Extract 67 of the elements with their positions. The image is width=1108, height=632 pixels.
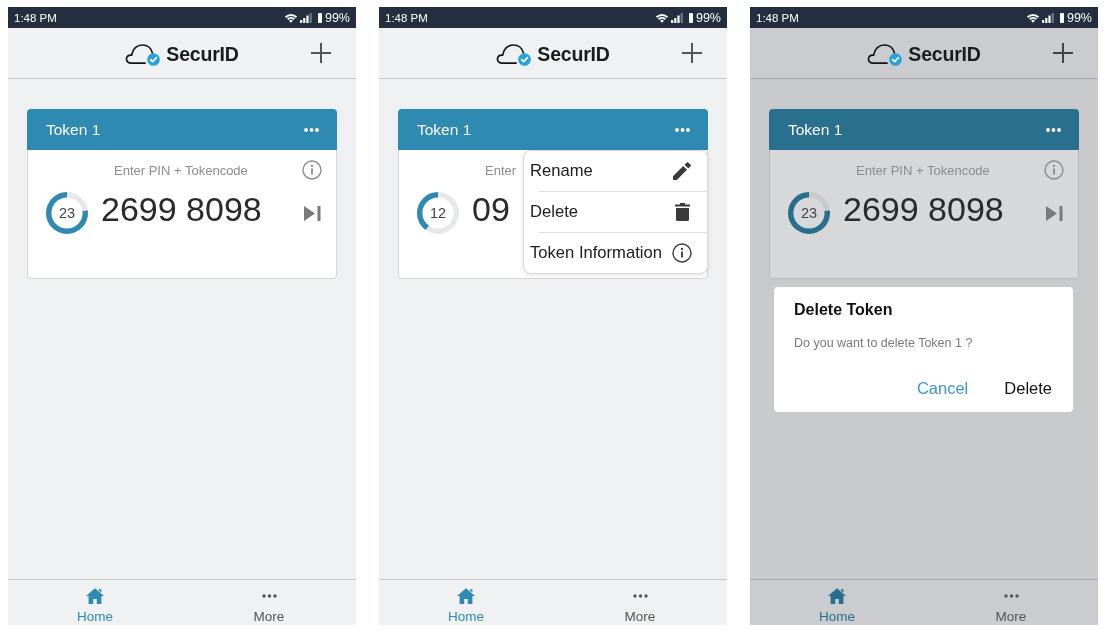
countdown-ring xyxy=(788,192,830,234)
status-time: 1:48 PM xyxy=(385,11,428,24)
info-icon[interactable] xyxy=(1044,160,1064,180)
menu-item[interactable]: Rename xyxy=(524,151,707,191)
plus-icon[interactable] xyxy=(1053,43,1073,63)
token-name: Token 1 xyxy=(417,120,472,139)
info-icon[interactable] xyxy=(302,160,322,180)
wifi-icon xyxy=(654,12,669,23)
more-icon xyxy=(261,594,277,598)
nav-tab[interactable]: More xyxy=(553,580,727,625)
prompt-text: Enter PIN + Tokencode xyxy=(856,162,990,178)
logo-text: SecurID xyxy=(537,42,610,66)
countdown-seconds: 23 xyxy=(58,205,76,221)
tokencode: 2699 8098 xyxy=(843,188,1004,229)
trash-icon xyxy=(674,203,690,221)
home-icon xyxy=(457,588,475,604)
menu-item[interactable]: Token Information xyxy=(524,233,707,273)
nav-tab[interactable]: Home xyxy=(8,580,182,625)
signal-icon xyxy=(1041,12,1054,23)
logo-text: SecurID xyxy=(166,42,239,66)
pencil-icon xyxy=(673,162,691,180)
signal-icon xyxy=(299,12,312,23)
cloud-check-icon xyxy=(496,42,533,66)
more-icon xyxy=(1003,594,1019,598)
plus-icon[interactable] xyxy=(682,43,702,63)
wifi-icon xyxy=(1025,12,1040,23)
more-icon xyxy=(632,594,648,598)
skip-icon[interactable] xyxy=(304,204,321,222)
info-icon xyxy=(672,243,692,263)
cloud-check-icon xyxy=(867,42,904,66)
home-icon xyxy=(86,588,104,604)
dialog-message: Do you want to delete Token 1 ? xyxy=(794,336,974,351)
battery-icon xyxy=(317,12,322,23)
logo-text: SecurID xyxy=(908,42,981,66)
skip-icon[interactable] xyxy=(1046,204,1063,222)
countdown-ring xyxy=(46,192,88,234)
countdown-ring xyxy=(417,192,459,234)
home-icon xyxy=(828,588,846,604)
cloud-check-icon xyxy=(125,42,162,66)
signal-icon xyxy=(670,12,683,23)
token-name: Token 1 xyxy=(46,120,101,139)
tokencode: 2699 8098 xyxy=(101,188,262,229)
countdown-seconds: 12 xyxy=(429,205,447,221)
nav-tab[interactable]: Home xyxy=(379,580,553,625)
status-time: 1:48 PM xyxy=(756,11,799,24)
plus-icon[interactable] xyxy=(311,43,331,63)
countdown-seconds: 23 xyxy=(800,205,818,221)
more-icon[interactable] xyxy=(304,127,319,132)
dialog-title: Delete Token xyxy=(794,300,894,320)
token-name: Token 1 xyxy=(788,120,843,139)
battery-percent: 99% xyxy=(1066,10,1092,25)
menu-item[interactable]: Delete xyxy=(524,192,707,232)
tokencode: 09 xyxy=(472,188,510,229)
status-time: 1:48 PM xyxy=(14,11,57,24)
battery-icon xyxy=(688,12,693,23)
nav-tab[interactable]: More xyxy=(182,580,356,625)
nav-tab[interactable]: More xyxy=(924,580,1098,625)
more-icon[interactable] xyxy=(675,127,690,132)
prompt-text: Enter xyxy=(485,162,517,178)
battery-percent: 99% xyxy=(695,10,721,25)
more-icon[interactable] xyxy=(1046,127,1061,132)
prompt-text: Enter PIN + Tokencode xyxy=(114,162,248,178)
wifi-icon xyxy=(283,12,298,23)
nav-tab[interactable]: Home xyxy=(750,580,924,625)
dialog-button[interactable]: Delete xyxy=(1004,378,1052,398)
battery-percent: 99% xyxy=(324,10,350,25)
battery-icon xyxy=(1059,12,1064,23)
